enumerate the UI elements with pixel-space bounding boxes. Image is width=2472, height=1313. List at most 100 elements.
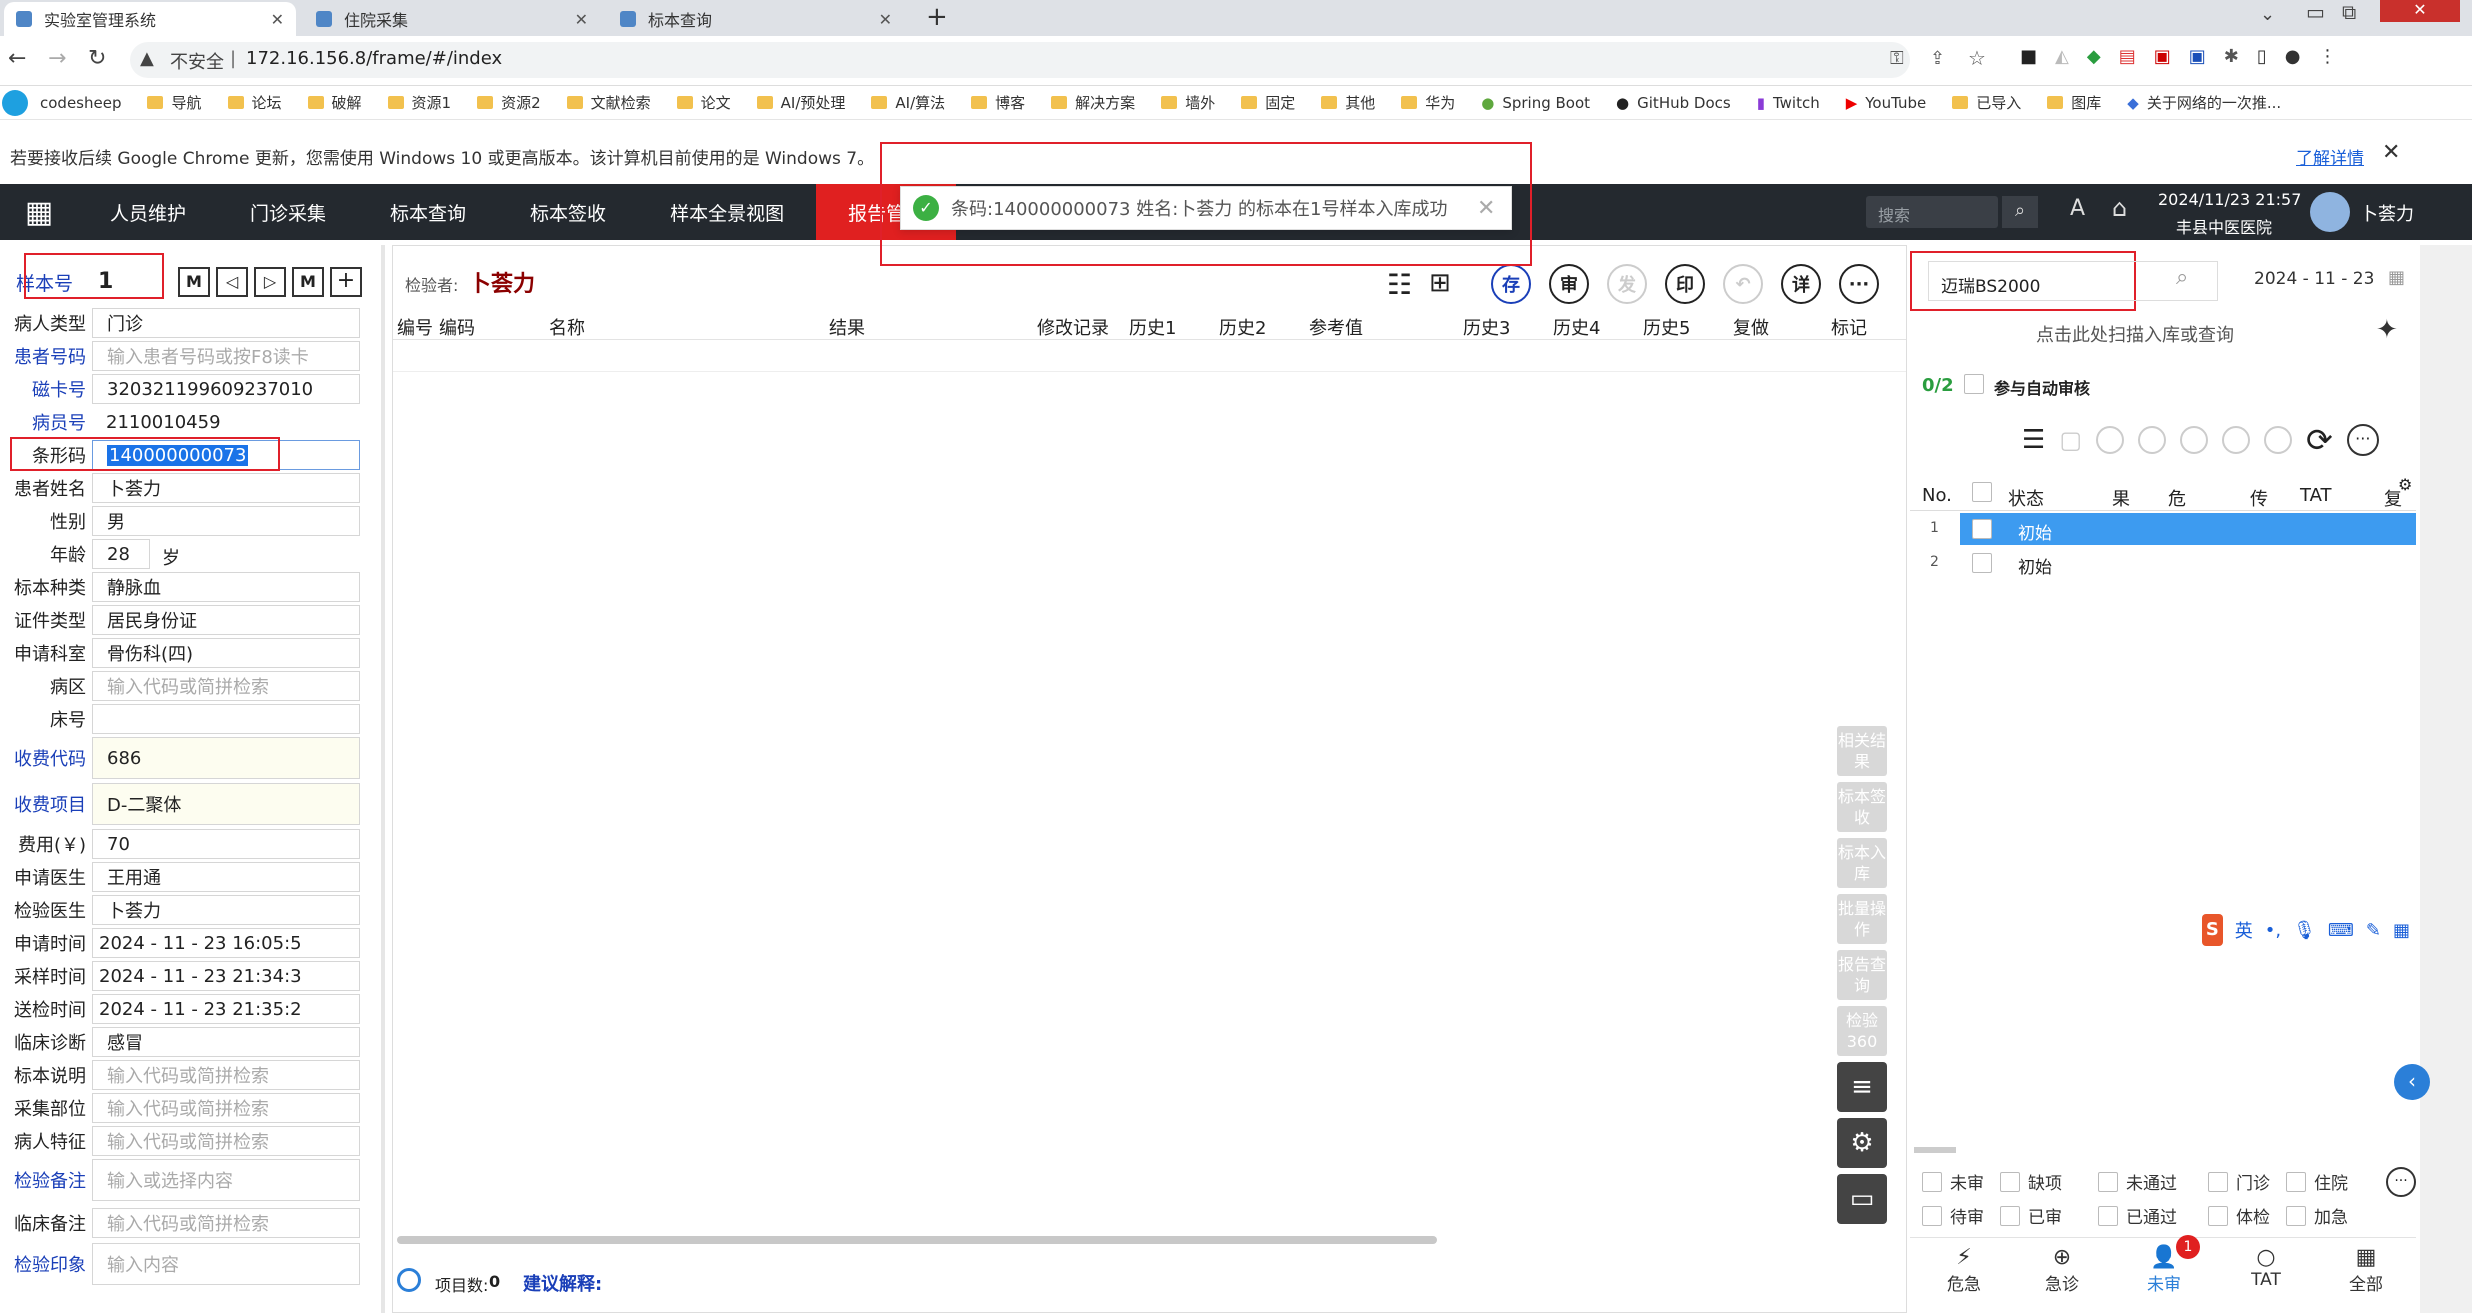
more-filters-icon[interactable]: ··· xyxy=(2386,1167,2416,1197)
col-header[interactable]: 结果 xyxy=(829,314,865,340)
col-header[interactable]: 修改记录 xyxy=(1037,314,1109,340)
col-header[interactable]: 编号 xyxy=(397,314,433,340)
close-tab-icon[interactable]: ✕ xyxy=(575,10,588,29)
col-header[interactable]: TAT xyxy=(2300,485,2332,506)
share-icon[interactable]: ⇪ xyxy=(1930,48,1945,69)
col-header[interactable]: 编码 xyxy=(439,314,475,340)
pdf-icon[interactable]: ▣ xyxy=(2154,46,2171,67)
search-icon[interactable]: ⌕ xyxy=(2002,196,2038,228)
punct-icon[interactable]: •, xyxy=(2265,920,2281,941)
font-size-icon[interactable]: A xyxy=(2070,196,2085,221)
test-360-button[interactable]: 检验360 xyxy=(1837,1006,1887,1056)
add-item-icon[interactable]: ⊞ xyxy=(1429,268,1451,298)
filter-checkbox[interactable] xyxy=(2208,1171,2228,1192)
broom-icon[interactable]: ✦ xyxy=(2376,315,2398,345)
tool-icon[interactable] xyxy=(2264,426,2292,454)
nav-item[interactable]: 标本查询 xyxy=(358,184,498,240)
filter-checkbox[interactable] xyxy=(2098,1171,2118,1192)
sample-store-button[interactable]: 标本入库 xyxy=(1837,838,1887,888)
keyboard-icon[interactable]: ⌨ xyxy=(2328,920,2354,941)
monitor-icon[interactable]: ▭ xyxy=(1837,1174,1887,1224)
col-header[interactable]: 历史3 xyxy=(1463,314,1510,340)
extension-icon[interactable]: ■ xyxy=(2020,46,2037,67)
tool-icon[interactable] xyxy=(2096,426,2124,454)
bookmark-item[interactable]: 华为 xyxy=(1401,92,1455,113)
batch-op-button[interactable]: 批量操作 xyxy=(1837,894,1887,944)
next-icon[interactable]: ▷ xyxy=(254,267,286,297)
reload-icon[interactable]: ↻ xyxy=(88,46,106,71)
horizontal-scrollbar[interactable] xyxy=(397,1236,1437,1244)
tool-icon[interactable] xyxy=(2138,426,2166,454)
search-icon[interactable]: ⌕ xyxy=(2176,265,2188,290)
tool-icon[interactable] xyxy=(2180,426,2208,454)
col-header[interactable]: 历史4 xyxy=(1553,314,1600,340)
first-icon[interactable]: M xyxy=(178,267,210,297)
select-all-checkbox[interactable] xyxy=(1972,481,1992,502)
prev-icon[interactable]: ◁ xyxy=(216,267,248,297)
last-icon[interactable]: M xyxy=(292,267,324,297)
bookmark-item[interactable]: 墙外 xyxy=(1161,92,1215,113)
minimize-icon[interactable]: ▭ xyxy=(2306,0,2325,24)
col-header[interactable]: 传 xyxy=(2250,485,2268,511)
extension-icon[interactable]: ◭ xyxy=(2055,46,2069,67)
nav-item[interactable]: 样本全景视图 xyxy=(638,184,816,240)
col-header[interactable]: 危 xyxy=(2168,485,2186,511)
save-button[interactable]: 存 xyxy=(1491,264,1531,304)
table-row[interactable]: 2 初始 xyxy=(1910,547,2416,579)
detail-button[interactable]: 详 xyxy=(1781,264,1821,304)
review-button[interactable]: 审 xyxy=(1549,264,1589,304)
more-icon[interactable]: ··· xyxy=(2346,424,2379,456)
bookmark-star-icon[interactable]: ☆ xyxy=(1968,46,1986,70)
skin-icon[interactable]: ⌂ xyxy=(2112,194,2127,222)
filter-checkbox[interactable] xyxy=(2286,1205,2306,1226)
toggle-icon[interactable] xyxy=(397,1268,421,1292)
more-button[interactable]: ··· xyxy=(1839,264,1879,304)
bookmark-item[interactable]: 其他 xyxy=(1321,92,1375,113)
bookmark-item[interactable]: codesheep xyxy=(40,94,121,112)
restore-icon[interactable]: ⧉ xyxy=(2342,0,2356,24)
bottom-tab-unreviewed[interactable]: 👤 未审 1 xyxy=(2124,1235,2204,1295)
date-picker[interactable]: 2024 - 11 - 23 xyxy=(2254,269,2374,289)
close-tab-icon[interactable]: ✕ xyxy=(271,10,284,29)
nav-item[interactable]: 标本签收 xyxy=(498,184,638,240)
apps-grid-icon[interactable]: ▦ xyxy=(0,184,78,240)
bookmark-item[interactable]: 导航 xyxy=(147,92,202,113)
gear-icon[interactable]: ⚙ xyxy=(1837,1118,1887,1168)
filter-checkbox[interactable] xyxy=(1922,1171,1942,1192)
ime-logo-icon[interactable]: S xyxy=(2202,914,2223,946)
nav-item[interactable]: 人员维护 xyxy=(78,184,218,240)
sidepanel-icon[interactable]: ▯ xyxy=(2257,46,2267,67)
forward-icon[interactable]: → xyxy=(48,46,66,71)
ime-lang[interactable]: 英 xyxy=(2235,917,2253,943)
refresh-icon[interactable]: ⟳ xyxy=(2306,421,2333,459)
col-header[interactable]: 名称 xyxy=(549,314,585,340)
back-icon[interactable]: ← xyxy=(8,46,26,71)
bookmark-item[interactable]: 论文 xyxy=(676,92,731,113)
bookmark-item[interactable]: 固定 xyxy=(1241,92,1295,113)
avatar[interactable] xyxy=(2310,192,2350,232)
filter-checkbox[interactable] xyxy=(2286,1171,2306,1192)
sample-no-input[interactable]: 1 xyxy=(92,263,164,297)
menu-icon[interactable]: ⋮ xyxy=(2318,46,2336,67)
col-header[interactable]: 状态 xyxy=(2008,485,2044,511)
toast-close-icon[interactable]: ✕ xyxy=(1477,196,1495,221)
list-scrollbar[interactable] xyxy=(1914,1147,1956,1153)
col-header[interactable]: 历史1 xyxy=(1129,314,1176,340)
sample-receive-button[interactable]: 标本签收 xyxy=(1837,782,1887,832)
profile-avatar-icon[interactable]: ● xyxy=(2285,46,2301,67)
publish-button[interactable]: 发 xyxy=(1607,264,1647,304)
shield-icon[interactable]: ◆ xyxy=(2087,46,2101,67)
scan-hint[interactable]: 点击此处扫描入库或查询 xyxy=(2036,321,2234,347)
bookmark-item[interactable]: 破解 xyxy=(307,92,362,113)
menu-icon[interactable]: ≡ xyxy=(1837,1062,1887,1112)
bookmark-item[interactable]: 博客 xyxy=(971,92,1025,113)
calendar-icon[interactable]: ▦ xyxy=(2388,267,2405,288)
new-tab-button[interactable]: + xyxy=(926,2,948,32)
col-header[interactable]: 历史5 xyxy=(1643,314,1690,340)
col-header[interactable]: 果 xyxy=(2112,485,2130,511)
browser-tab-sample-query[interactable]: 标本查询 ✕ xyxy=(608,2,904,36)
bookmark-item[interactable]: 文献检索 xyxy=(566,92,651,113)
browser-tab-inpatient[interactable]: 住院采集 ✕ xyxy=(304,2,600,36)
key-icon[interactable]: ⚿ xyxy=(1890,48,1904,69)
security-label[interactable]: 不安全 xyxy=(170,48,224,74)
